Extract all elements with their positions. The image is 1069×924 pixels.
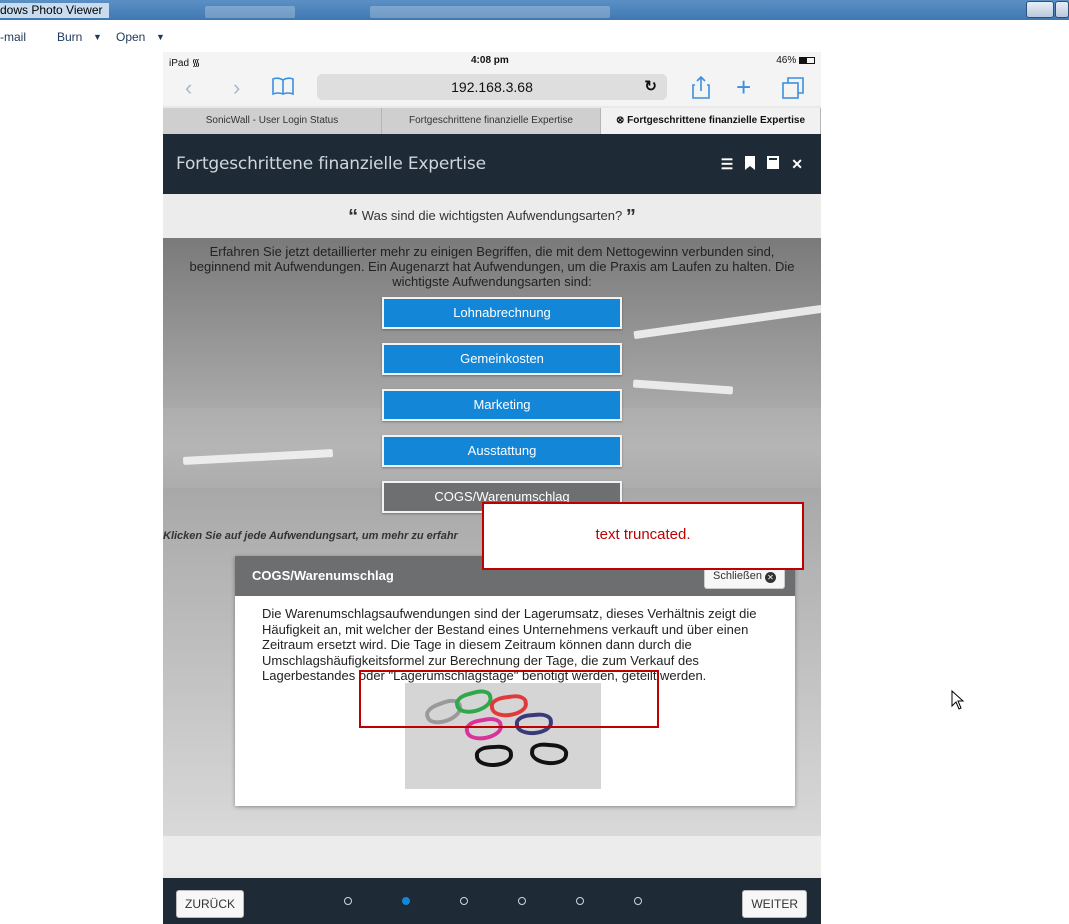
forward-icon[interactable]: › (233, 75, 240, 101)
header-toolbar: ☰ ✕ (721, 156, 803, 173)
maximize-button[interactable] (1055, 1, 1069, 18)
browser-toolbar: ‹ › 192.168.3.68 ↻ + (163, 70, 821, 106)
page-dot[interactable] (460, 897, 468, 905)
back-icon[interactable]: ‹ (185, 75, 192, 101)
choice-button[interactable]: Gemeinkosten (382, 343, 622, 375)
page-dots (344, 894, 644, 910)
status-bar: iPad ᯾ 4:08 pm 46% (163, 52, 821, 70)
annotation-label: text truncated. (595, 526, 691, 543)
reload-icon[interactable]: ↻ (644, 74, 657, 100)
page-dot[interactable] (576, 897, 584, 905)
close-quote-icon: ” (625, 206, 636, 228)
open-quote-icon: “ (348, 206, 359, 228)
close-tab-icon[interactable]: ⊗ (616, 115, 624, 126)
device-label: iPad (169, 58, 190, 69)
annotation-highlight (359, 670, 659, 728)
wifi-icon: ᯾ (191, 58, 201, 69)
choice-button[interactable]: Marketing (382, 389, 622, 421)
question-bar: “ Was sind die wichtigsten Aufwendungsar… (163, 194, 821, 238)
notes-icon[interactable] (767, 156, 780, 173)
panel-close-label: Schließen (713, 570, 762, 582)
blurred-titlebar-region (205, 6, 295, 18)
close-circle-icon: ✕ (765, 572, 776, 583)
blurred-titlebar-region (370, 6, 610, 18)
close-icon[interactable]: ✕ (791, 156, 803, 173)
status-time: 4:08 pm (471, 55, 509, 66)
glasses-frame (529, 741, 569, 767)
window-titlebar: dows Photo Viewer (0, 0, 1069, 20)
footer-strip (163, 836, 821, 874)
browser-tab-label: Fortgeschrittene finanzielle Expertise (627, 115, 805, 126)
window-controls (1026, 1, 1069, 18)
menu-open[interactable]: Open (116, 30, 145, 44)
url-text: 192.168.3.68 (451, 79, 533, 95)
menu-email[interactable]: -mail (0, 30, 26, 44)
choice-button[interactable]: Lohnabrechnung (382, 297, 622, 329)
new-tab-icon[interactable]: + (736, 72, 751, 103)
browser-tab[interactable]: Fortgeschrittene finanzielle Expertise (382, 108, 601, 134)
annotation-callout: text truncated. (482, 502, 804, 570)
glasses-frame (474, 744, 514, 768)
page-dot[interactable] (634, 897, 642, 905)
page-dot[interactable] (344, 897, 352, 905)
chevron-down-icon[interactable]: ▼ (93, 32, 102, 42)
bookmark-icon[interactable] (745, 156, 756, 173)
bookmarks-icon[interactable] (271, 76, 295, 102)
back-button[interactable]: ZURÜCK (176, 890, 244, 918)
page-dot[interactable] (518, 897, 526, 905)
page-dot-active[interactable] (402, 897, 410, 905)
tabs-overview-icon[interactable] (781, 76, 805, 106)
window-menubar: -mail Burn ▼ Open ▼ (0, 26, 1069, 48)
menu-burn[interactable]: Burn (57, 30, 82, 44)
browser-tab-active[interactable]: ⊗ Fortgeschrittene finanzielle Expertise (601, 108, 821, 134)
app-header: Fortgeschrittene finanzielle Expertise ☰… (163, 134, 821, 194)
address-bar[interactable]: 192.168.3.68 ↻ (317, 74, 667, 100)
choice-button[interactable]: Ausstattung (382, 435, 622, 467)
minimize-button[interactable] (1026, 1, 1054, 18)
window-title: dows Photo Viewer (0, 3, 109, 18)
battery-percent: 46% (776, 55, 797, 66)
panel-title: COGS/Warenumschlag (252, 568, 394, 583)
menu-list-icon[interactable]: ☰ (721, 156, 734, 173)
bottom-navigation: ZURÜCK WEITER (163, 878, 821, 924)
content-stage: Erfahren Sie jetzt detaillierter mehr zu… (163, 238, 821, 836)
question-text: Was sind die wichtigsten Aufwendungsarte… (361, 208, 623, 223)
next-button[interactable]: WEITER (742, 890, 807, 918)
share-icon[interactable] (691, 75, 711, 106)
ceiling-light (182, 449, 334, 465)
page-title: Fortgeschrittene finanzielle Expertise (176, 154, 486, 174)
instruction-hint: Klicken Sie auf jede Aufwendungsart, um … (163, 530, 458, 542)
chevron-down-icon[interactable]: ▼ (156, 32, 165, 42)
ipad-screen: iPad ᯾ 4:08 pm 46% ‹ › 192.168.3.68 ↻ + … (163, 52, 821, 924)
battery-icon (799, 56, 815, 64)
browser-tab[interactable]: SonicWall - User Login Status (163, 108, 382, 134)
intro-text: Erfahren Sie jetzt detaillierter mehr zu… (189, 244, 795, 289)
browser-tabs: SonicWall - User Login Status Fortgeschr… (163, 108, 821, 134)
